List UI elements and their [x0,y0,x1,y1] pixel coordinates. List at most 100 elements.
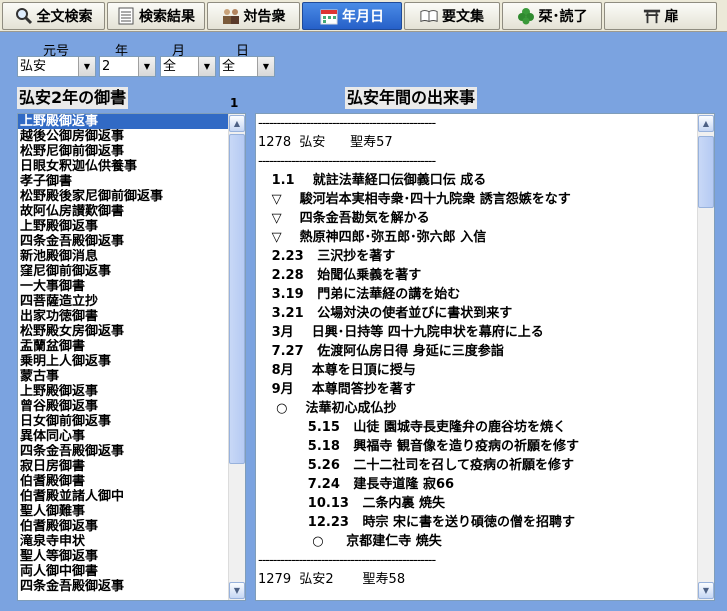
event-line: 5.15 山徒 園城寺長吏隆弁の鹿谷坊を焼く [258,420,566,435]
event-line: 7.27 佐渡阿仏房日得 身延に三度参詣 [258,344,504,359]
toolbar: 全文検索 検索結果 対告衆 年月日 要文集 栞･読了 扉 [0,0,727,32]
event-line: ○ 法華初心成仏抄 [258,401,397,416]
list-item[interactable]: 日女御前御返事 [18,414,228,429]
event-line: 3.21 公場対決の使者並びに書状到来す [258,306,513,321]
result-count: 1 [230,96,239,110]
scroll-down-button[interactable]: ▼ [229,582,245,599]
tab-date[interactable]: 年月日 [302,2,402,30]
list-item[interactable]: 四条金吾殿御返事 [18,234,228,249]
year-select[interactable]: 2 ▼ [99,56,156,77]
events-text-pane[interactable]: ----------------------------------------… [255,113,715,601]
list-item[interactable]: 寂日房御書 [18,459,228,474]
list-item[interactable]: 四菩薩造立抄 [18,294,228,309]
list-item[interactable]: 故阿仏房讃歎御書 [18,204,228,219]
list-item[interactable]: 乗明上人御返事 [18,354,228,369]
list-item[interactable]: 松野尼御前御返事 [18,144,228,159]
tab-excerpts[interactable]: 要文集 [404,2,500,30]
list-item[interactable]: 松野殿女房御返事 [18,324,228,339]
list-item[interactable]: 曾谷殿御返事 [18,399,228,414]
list-item[interactable]: 上野殿御返事 [18,219,228,234]
event-line: 3.19 門弟に法華経の講を始む [258,287,461,302]
separator-line: ----------------------------------------… [258,154,436,169]
event-line: 5.26 二十二社司を召して疫病の祈願を修す [258,458,575,473]
separator-line: ----------------------------------------… [258,116,436,131]
list-item[interactable]: 滝泉寺申状 [18,534,228,549]
bookmark-leaf-icon [517,7,535,25]
list-item[interactable]: 異体同心事 [18,429,228,444]
tab-label: 年月日 [342,9,384,25]
tab-label: 要文集 [442,9,484,25]
list-item[interactable]: 孝子御書 [18,174,228,189]
list-item[interactable]: 越後公御房御返事 [18,129,228,144]
tab-bookmarks[interactable]: 栞･読了 [502,2,602,30]
list-item[interactable]: 伯耆殿御返事 [18,519,228,534]
tab-recipients[interactable]: 対告衆 [207,2,300,30]
chevron-down-icon: ▼ [233,586,241,595]
chevron-down-icon[interactable]: ▼ [78,57,95,76]
open-book-icon [420,7,438,25]
event-line: 8月 本尊を日頂に授与 [258,363,416,378]
scroll-thumb[interactable] [229,134,245,464]
list-item[interactable]: 上野殿御返事 [18,384,228,399]
list-item[interactable]: 盂蘭盆御書 [18,339,228,354]
torii-gate-icon [643,7,661,25]
event-line: 9月 本尊問答抄を著す [258,382,416,397]
event-line: ▽ 四条金吾勘気を解かる [258,211,430,226]
event-line: 12.23 時宗 宋に書を送り碩徳の僧を招聘す [258,515,576,530]
list-item[interactable]: 聖人御難事 [18,504,228,519]
tab-label: 扉 [664,9,679,25]
scroll-up-button[interactable]: ▲ [229,115,245,132]
chevron-down-icon[interactable]: ▼ [138,57,155,76]
list-item[interactable]: 上野殿御返事 [18,114,228,129]
chevron-up-icon: ▲ [233,119,241,128]
event-line: 5.18 興福寺 観音像を造り疫病の祈願を修す [258,439,579,454]
day-select-value: 全 [222,59,236,74]
events-text: ----------------------------------------… [256,114,696,589]
tab-label: 全文検索 [36,9,93,25]
list-item[interactable]: 聖人等御返事 [18,549,228,564]
day-select[interactable]: 全 ▼ [219,56,275,77]
tab-label: 対告衆 [243,9,286,25]
writings-list-rows: 上野殿御返事 越後公御房御返事 松野尼御前御返事 日眼女釈迦仏供養事 孝子御書 松野殿後家… [18,114,228,594]
list-item[interactable]: 新池殿御消息 [18,249,228,264]
separator-line: ----------------------------------------… [258,553,436,568]
list-item[interactable]: 伯耆殿並諸人御中 [18,489,228,504]
scroll-thumb[interactable] [698,136,714,208]
list-item[interactable]: 四条金吾殿御返事 [18,444,228,459]
era-select[interactable]: 弘安 ▼ [17,56,96,77]
document-list-icon [117,7,135,25]
event-line: ▽ 熱原神四郎･弥五郎･弥六郎 入信 [258,230,487,245]
tab-cover[interactable]: 扉 [604,2,717,30]
events-heading: 弘安年間の出来事 [345,87,478,109]
event-line: 2.28 始聞仏乗義を著す [258,268,422,283]
list-item[interactable]: 日眼女釈迦仏供養事 [18,159,228,174]
month-select-value: 全 [163,59,177,74]
event-line: ▽ 駿河岩本実相寺衆･四十九院衆 誘言怨嫉をなす [258,192,571,207]
list-item[interactable]: 伯耆殿御書 [18,474,228,489]
chevron-down-icon[interactable]: ▼ [257,57,274,76]
events-scrollbar[interactable]: ▲ ▼ [697,114,714,600]
month-select[interactable]: 全 ▼ [160,56,216,77]
scroll-down-button[interactable]: ▼ [698,582,714,599]
calendar-icon [320,7,338,25]
list-item[interactable]: 蒙古事 [18,369,228,384]
writings-list-heading: 弘安2年の御書 [17,87,129,109]
people-icon [222,7,240,25]
list-item[interactable]: 四条金吾殿御返事 [18,579,228,594]
event-line: 10.13 二条内裏 焼失 [258,496,446,511]
list-item[interactable]: 窪尼御前御返事 [18,264,228,279]
event-line: 2.23 三沢抄を著す [258,249,396,264]
year-header-line: 1279 弘安2 聖寿58 [258,572,406,587]
list-item[interactable]: 出家功徳御書 [18,309,228,324]
writings-list[interactable]: 上野殿御返事 越後公御房御返事 松野尼御前御返事 日眼女釈迦仏供養事 孝子御書 松野殿後家… [17,113,246,601]
list-item[interactable]: 一大事御書 [18,279,228,294]
list-item[interactable]: 松野殿後家尼御前御返事 [18,189,228,204]
list-item[interactable]: 両人御中御書 [18,564,228,579]
writings-list-scrollbar[interactable]: ▲ ▼ [228,114,245,600]
tab-search-results[interactable]: 検索結果 [107,2,205,30]
scroll-up-button[interactable]: ▲ [698,115,714,132]
chevron-down-icon[interactable]: ▼ [198,57,215,76]
year-select-value: 2 [102,59,111,74]
tab-fulltext-search[interactable]: 全文検索 [2,2,105,30]
tab-label: 検索結果 [139,9,195,25]
